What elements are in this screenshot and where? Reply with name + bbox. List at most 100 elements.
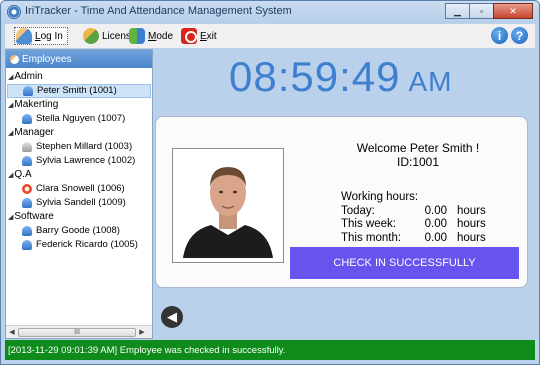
minimize-button[interactable]: ▁ (445, 3, 470, 19)
employee-name: Federick Ricardo (1005) (36, 239, 138, 250)
employee-photo (177, 153, 279, 258)
user-status-icon (22, 156, 32, 166)
employee-item[interactable]: Federick Ricardo (1005) (6, 238, 152, 252)
expand-triangle-icon[interactable]: ◢ (8, 102, 13, 109)
status-message: [2013-11-29 09:01:39 AM] Employee was ch… (8, 344, 286, 356)
current-time-display: 08:59:49 AM (229, 53, 453, 101)
employee-item[interactable]: Barry Goode (1008) (6, 224, 152, 238)
hours-row-value: 0.00 (424, 204, 447, 217)
help-icon[interactable]: ? (511, 27, 528, 44)
app-window: IriTracker - Time And Attendance Managem… (0, 0, 540, 365)
user-status-icon (22, 142, 32, 152)
employee-group[interactable]: ◢Manager (6, 126, 152, 140)
employees-panel-header[interactable]: Employees (6, 50, 152, 68)
employee-item[interactable]: Peter Smith (1001) (7, 84, 151, 98)
employee-name: Barry Goode (1008) (36, 225, 120, 236)
working-hours: Working hours: Today: 0.00 hours This we… (341, 191, 486, 245)
title-bar[interactable]: IriTracker - Time And Attendance Managem… (1, 1, 539, 23)
employees-header-label: Employees (22, 53, 72, 65)
hours-row-unit: hours (457, 204, 486, 217)
exit-button[interactable]: Exit (181, 27, 217, 45)
hours-row-unit: hours (457, 231, 486, 244)
employees-panel: Employees ◢Admin Peter Smith (1001) ◢Maker… (5, 49, 153, 339)
maximize-icon: ▫ (479, 6, 484, 16)
attendance-card: Welcome Peter Smith ! ID:1001 Working ho… (155, 116, 528, 288)
employee-tree: ◢Admin Peter Smith (1001) ◢Makerting Stella… (6, 68, 152, 252)
user-status-icon (22, 226, 32, 236)
login-label-rest: og In (40, 30, 63, 42)
employee-item[interactable]: Clara Snowell (1006) (6, 182, 152, 196)
app-eye-icon (7, 5, 21, 19)
checkin-status-banner: CHECK IN SUCCESSFULLY (290, 247, 519, 279)
expand-triangle-icon[interactable]: ◢ (8, 130, 13, 137)
employee-group-name: Manager (14, 127, 54, 138)
info-icon[interactable]: i (491, 27, 508, 44)
hours-row-label: Today: (341, 204, 375, 217)
employee-group[interactable]: ◢Q.A (6, 168, 152, 182)
mode-label: Mode (148, 31, 173, 42)
license-key-icon (83, 28, 99, 44)
clock-time: 08:59:49 (229, 53, 401, 100)
expand-triangle-icon[interactable]: ◢ (8, 172, 13, 179)
employee-name: Clara Snowell (1006) (36, 183, 125, 194)
exit-label-rest: xit (206, 30, 217, 42)
user-status-icon (22, 114, 32, 124)
user-status-icon (22, 240, 32, 250)
toolbar: Log In License Mode Exit i ? (5, 24, 535, 48)
employee-name: Peter Smith (1001) (37, 85, 117, 96)
hours-row-value: 0.00 (424, 218, 447, 230)
scroll-right-icon[interactable]: ▶ (136, 328, 148, 336)
status-bar: [2013-11-29 09:01:39 AM] Employee was ch… (5, 340, 535, 360)
scroll-thumb[interactable]: III (18, 327, 136, 337)
employee-group-name: Makerting (14, 99, 59, 110)
mode-label-rest: ode (156, 30, 174, 42)
exit-label-accesskey: E (200, 30, 207, 42)
employee-item[interactable]: Stella Nguyen (1007) (6, 112, 152, 126)
hours-row-unit: hours (457, 218, 486, 230)
user-status-icon (22, 198, 32, 208)
employee-group[interactable]: ◢Admin (6, 70, 152, 84)
back-arrow-icon: ◀ (167, 309, 177, 324)
hours-row-value: 0.00 (424, 231, 447, 244)
minimize-icon: ▁ (454, 5, 461, 16)
employee-portrait-icon (177, 153, 279, 258)
expand-triangle-icon[interactable]: ◢ (8, 74, 13, 81)
close-button[interactable]: ✕ (493, 3, 533, 19)
employee-group-name: Software (14, 211, 54, 222)
scroll-left-icon[interactable]: ◀ (6, 328, 18, 336)
hours-row: This month: 0.00 hours (341, 232, 486, 246)
employees-header-icon (10, 54, 19, 64)
employee-name: Sylvia Sandell (1009) (36, 197, 126, 208)
employee-name: Stephen Millard (1003) (36, 141, 133, 152)
hours-row: Today: 0.00 hours (341, 205, 486, 219)
employee-group[interactable]: ◢Makerting (6, 98, 152, 112)
employee-name: Stella Nguyen (1007) (36, 113, 126, 124)
employee-group-name: Q.A (14, 169, 32, 180)
mode-users-icon (129, 28, 145, 44)
login-label: Log In (35, 31, 63, 42)
clock-ampm: AM (408, 66, 453, 97)
welcome-message: Welcome Peter Smith ! ID:1001 (328, 141, 508, 169)
hours-row-label: This month: (341, 231, 402, 244)
employee-item[interactable]: Sylvia Sandell (1009) (6, 196, 152, 210)
window-title: IriTracker - Time And Attendance Managem… (25, 5, 292, 17)
back-arrow-button[interactable]: ◀ (161, 306, 183, 328)
user-status-icon (22, 184, 32, 194)
employee-id: ID:1001 (396, 155, 440, 169)
power-icon (181, 28, 197, 44)
employee-group[interactable]: ◢Software (6, 210, 152, 224)
horizontal-scrollbar[interactable]: ◀ III ▶ (6, 325, 152, 338)
employee-name: Sylvia Lawrence (1002) (36, 155, 136, 166)
employee-item[interactable]: Stephen Millard (1003) (6, 140, 152, 154)
expand-triangle-icon[interactable]: ◢ (8, 214, 13, 221)
mode-button[interactable]: Mode (129, 27, 173, 45)
user-status-icon (23, 86, 33, 96)
window-controls: ▁ ▫ ✕ (445, 3, 533, 19)
close-icon: ✕ (509, 5, 517, 16)
hours-row-label: This week: (341, 218, 396, 230)
welcome-line: Welcome Peter Smith ! (356, 141, 480, 155)
maximize-button[interactable]: ▫ (469, 3, 494, 19)
login-button[interactable]: Log In (14, 27, 68, 45)
hours-row: This week: 0.00 hours (341, 218, 486, 232)
employee-item[interactable]: Sylvia Lawrence (1002) (6, 154, 152, 168)
